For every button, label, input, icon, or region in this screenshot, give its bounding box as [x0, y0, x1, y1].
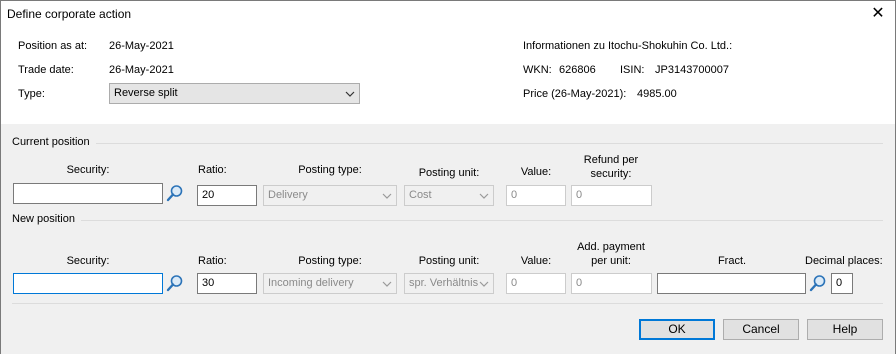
price-label: Price (26-May-2021):: [523, 88, 627, 100]
add-payment-per-unit-input[interactable]: 0: [571, 273, 652, 294]
chevron-down-icon: [382, 274, 392, 293]
refund-label-line2: security:: [590, 168, 632, 180]
search-icon[interactable]: [166, 184, 184, 202]
chevron-down-icon: [382, 186, 392, 205]
new-value-label: Value:: [520, 255, 552, 267]
position-as-at-label: Position as at:: [18, 40, 88, 52]
chevron-down-icon: [345, 84, 355, 103]
search-icon[interactable]: [809, 274, 827, 292]
group-divider: [81, 220, 883, 221]
trade-date-value: 26-May-2021: [109, 64, 174, 76]
type-label: Type:: [18, 88, 45, 100]
decimal-places-input[interactable]: 0: [831, 273, 853, 294]
new-posting-unit-value: spr. Verhältnis: [409, 277, 479, 289]
current-security-input[interactable]: [13, 183, 163, 204]
current-position-group-label: Current position: [12, 136, 90, 148]
positions-panel: Current position Security: Ratio: 20 Pos…: [1, 124, 895, 354]
current-posting-type-label: Posting type:: [298, 164, 362, 176]
current-posting-unit-select[interactable]: Cost: [404, 185, 494, 206]
decimal-places-label: Decimal places:: [805, 255, 883, 267]
wkn-label: WKN:: [523, 64, 552, 76]
current-ratio-label: Ratio:: [198, 164, 227, 176]
new-ratio-input[interactable]: 30: [197, 273, 257, 294]
new-ratio-label: Ratio:: [198, 255, 227, 267]
search-icon[interactable]: [166, 274, 184, 292]
new-posting-type-label: Posting type:: [298, 255, 362, 267]
type-select-value: Reverse split: [114, 87, 178, 99]
new-position-group-label: New position: [12, 213, 75, 225]
new-value-input[interactable]: 0: [506, 273, 566, 294]
isin-label: ISIN:: [620, 64, 645, 76]
cancel-button[interactable]: Cancel: [723, 319, 799, 340]
price-value: 4985.00: [637, 88, 677, 100]
new-posting-type-select[interactable]: Incoming delivery: [263, 273, 397, 294]
current-posting-type-value: Delivery: [268, 189, 308, 201]
corporate-action-dialog: Define corporate action ✕ Position as at…: [0, 0, 896, 354]
close-icon[interactable]: ✕: [867, 4, 889, 24]
new-security-label: Security:: [66, 255, 110, 267]
isin-value: JP3143700007: [655, 64, 730, 76]
current-posting-type-select[interactable]: Delivery: [263, 185, 397, 206]
info-panel: Position as at: 26-May-2021 Trade date: …: [1, 29, 895, 124]
current-security-label: Security:: [66, 164, 110, 176]
new-security-input[interactable]: [13, 273, 163, 294]
trade-date-label: Trade date:: [18, 64, 74, 76]
chevron-down-icon: [479, 274, 489, 293]
refund-label-line1: Refund per: [583, 154, 639, 166]
group-divider: [96, 143, 883, 144]
window-title: Define corporate action: [7, 7, 132, 21]
add-payment-label-line1: Add. payment: [577, 241, 645, 253]
refund-per-security-input[interactable]: 0: [571, 185, 652, 206]
title-bar: Define corporate action ✕: [1, 1, 895, 29]
current-posting-unit-value: Cost: [409, 189, 432, 201]
new-posting-unit-select[interactable]: spr. Verhältnis: [404, 273, 494, 294]
current-value-label: Value:: [520, 166, 552, 178]
position-as-at-value: 26-May-2021: [109, 40, 174, 52]
current-posting-unit-label: Posting unit:: [418, 167, 480, 179]
wkn-value: 626806: [559, 64, 596, 76]
add-payment-label-line2: per unit:: [591, 255, 631, 267]
fract-input[interactable]: [657, 273, 806, 294]
fract-label: Fract.: [717, 255, 747, 267]
current-ratio-input[interactable]: 20: [197, 185, 257, 206]
current-value-input[interactable]: 0: [506, 185, 566, 206]
new-posting-unit-label: Posting unit:: [418, 255, 480, 267]
company-info-label: Informationen zu Itochu-Shokuhin Co. Ltd…: [523, 40, 733, 52]
type-select[interactable]: Reverse split: [109, 83, 360, 104]
footer-divider: [12, 303, 883, 304]
ok-button[interactable]: OK: [639, 319, 715, 340]
help-button[interactable]: Help: [807, 319, 883, 340]
new-posting-type-value: Incoming delivery: [268, 277, 354, 289]
chevron-down-icon: [479, 186, 489, 205]
